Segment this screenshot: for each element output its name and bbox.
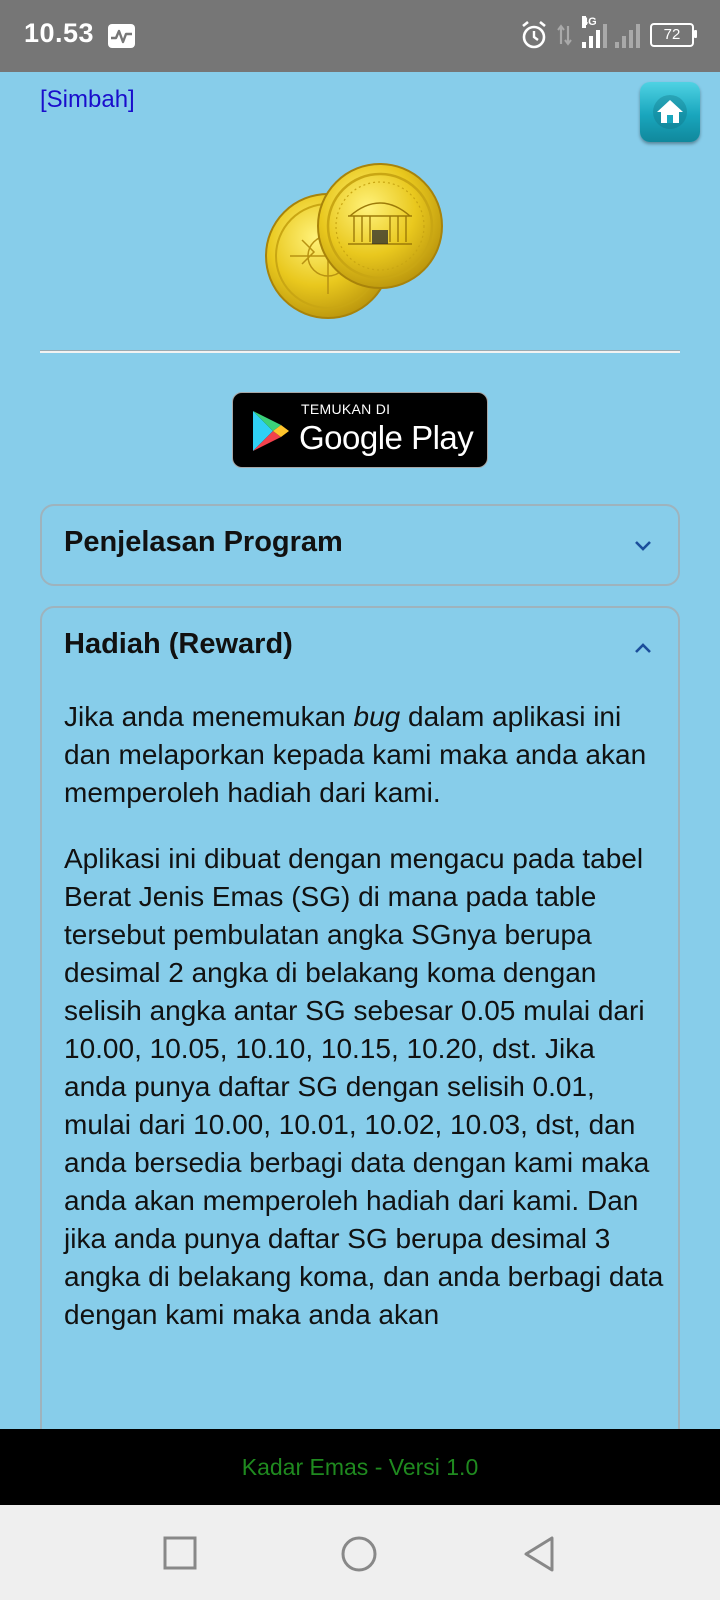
footer-version: Kadar Emas - Versi 1.0 <box>241 1454 479 1480</box>
home-icon <box>653 95 687 129</box>
google-play-small-text: TEMUKAN DI <box>301 401 391 417</box>
battery-level: 72 <box>663 26 681 43</box>
chevron-up-icon <box>635 643 651 653</box>
signal-icon: 4G <box>582 16 607 48</box>
back-triangle-icon[interactable] <box>522 1535 556 1573</box>
home-circle-icon[interactable] <box>340 1535 378 1573</box>
activity-icon <box>108 24 135 48</box>
reward-paragraph-2: Aplikasi ini dibuat dengan mengacu pada … <box>64 843 664 1330</box>
home-button[interactable] <box>640 82 700 142</box>
google-play-badge[interactable]: TEMUKAN DI Google Play <box>232 392 488 468</box>
google-play-icon <box>253 411 289 451</box>
accordion-hadiah-reward: Hadiah (Reward) Jika anda menemukan bug … <box>40 606 680 1556</box>
status-bar: 10.53 4G 72 <box>0 0 720 72</box>
signal-icon-2 <box>615 22 640 48</box>
accordion-title: Penjelasan Program <box>64 526 343 558</box>
accordion-header[interactable]: Hadiah (Reward) <box>42 608 678 688</box>
reward-paragraph-1: Jika anda menemukan bug dalam aplikasi i… <box>64 701 647 808</box>
google-play-text: Google Play <box>299 419 474 456</box>
chevron-down-icon <box>635 541 651 551</box>
simbah-link[interactable]: [Simbah] <box>40 86 135 114</box>
data-arrows-icon <box>557 24 572 46</box>
navigation-bar <box>0 1505 720 1600</box>
battery-icon: 72 <box>650 23 697 47</box>
network-type: 4G <box>582 16 597 28</box>
status-time: 10.53 <box>24 18 95 48</box>
gold-coins-logo <box>265 163 443 319</box>
accordion-penjelasan-program: Penjelasan Program <box>40 504 680 586</box>
footer: Kadar Emas - Versi 1.0 <box>0 1429 720 1505</box>
alarm-icon <box>522 20 546 49</box>
recents-square-icon[interactable] <box>162 1535 198 1571</box>
accordion-header[interactable]: Penjelasan Program <box>42 506 678 584</box>
divider <box>40 351 680 353</box>
accordion-title: Hadiah (Reward) <box>64 628 293 660</box>
accordion-content: Jika anda menemukan bug dalam aplikasi i… <box>64 698 664 1362</box>
